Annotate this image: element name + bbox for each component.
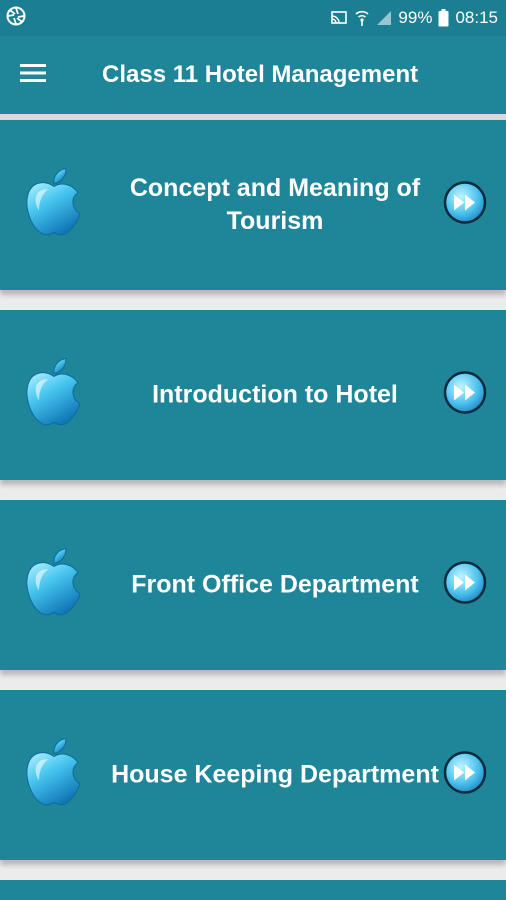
fast-forward-icon[interactable] <box>443 561 487 610</box>
fast-forward-icon[interactable] <box>443 371 487 420</box>
topic-card-house-keeping[interactable]: House Keeping Department <box>0 690 506 860</box>
topic-label: House Keeping Department <box>111 760 439 789</box>
cast-icon <box>330 10 348 26</box>
apple-icon <box>24 357 84 434</box>
app-title: Class 11 Hotel Management <box>102 61 419 88</box>
apple-icon <box>24 547 84 624</box>
menu-button[interactable] <box>0 36 66 114</box>
camera-aperture-icon <box>6 6 26 31</box>
apple-icon <box>24 737 84 814</box>
signal-icon <box>376 10 392 26</box>
topic-label: Introduction to Hotel <box>152 380 398 409</box>
hamburger-menu-icon <box>20 63 46 88</box>
wifi-icon <box>354 9 370 27</box>
fast-forward-icon[interactable] <box>443 751 487 800</box>
status-bar-right: 99% 08:15 <box>330 8 498 28</box>
topic-label: Concept and Meaning of Tourism <box>129 174 421 235</box>
fast-forward-icon[interactable] <box>443 181 487 230</box>
topic-card-hotel[interactable]: Introduction to Hotel <box>0 310 506 480</box>
topic-label: Front Office Department <box>131 570 419 599</box>
battery-icon <box>438 9 449 27</box>
topic-card-tourism[interactable]: Concept and Meaning of Tourism <box>0 120 506 290</box>
topic-card-partial[interactable] <box>0 880 506 900</box>
app-bar: Class 11 Hotel Management <box>0 36 506 114</box>
battery-percent: 99% <box>398 8 433 27</box>
clock: 08:15 <box>455 8 498 27</box>
status-bar: 99% 08:15 <box>0 0 506 36</box>
status-bar-left <box>6 6 26 31</box>
apple-icon <box>24 167 84 244</box>
topic-card-front-office[interactable]: Front Office Department <box>0 500 506 670</box>
